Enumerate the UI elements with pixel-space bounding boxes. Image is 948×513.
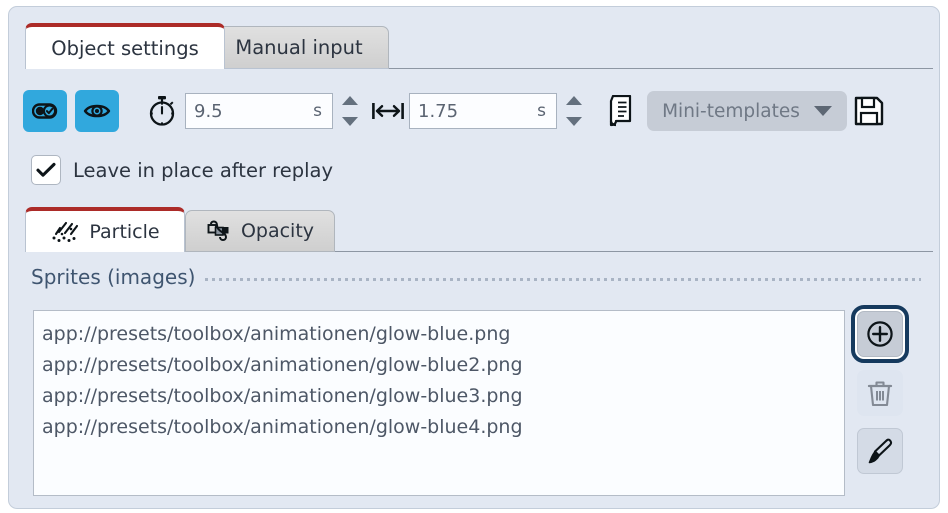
sprites-section-title: Sprites (images) [31, 265, 196, 289]
duration-spinbox[interactable]: 1.75 s [409, 93, 591, 129]
duration-stepper[interactable] [563, 94, 585, 128]
list-item[interactable]: app://presets/toolbox/animationen/glow-b… [42, 319, 844, 350]
interval-step-up-icon[interactable] [342, 96, 358, 105]
toggle-enabled-button[interactable] [23, 90, 67, 132]
effect-tab-bar: Opacity Particle [9, 199, 939, 252]
duration-unit: s [537, 101, 546, 121]
brush-icon [866, 437, 894, 465]
particle-icon [50, 220, 80, 244]
interval-stepper[interactable] [339, 94, 361, 128]
tab-opacity[interactable]: Opacity [185, 210, 335, 252]
tab-manual-input-label: Manual input [235, 36, 363, 59]
duration-step-down-icon[interactable] [566, 117, 582, 126]
interval-spinbox[interactable]: 9.5 s [185, 93, 367, 129]
leave-in-place-label: Leave in place after replay [73, 158, 334, 182]
tab-particle-label: Particle [89, 220, 160, 243]
tab-object-settings-label: Object settings [51, 37, 199, 60]
list-item[interactable]: app://presets/toolbox/animationen/glow-b… [42, 412, 844, 443]
mini-templates-dropdown[interactable]: Mini-templates [647, 91, 847, 131]
tab-particle[interactable]: Particle [25, 207, 185, 252]
object-settings-panel: Manual input Object settings 9.5 s 1.75 … [8, 6, 940, 509]
duration-arrow-icon [371, 93, 405, 129]
mini-templates-label: Mini-templates [662, 100, 800, 122]
trash-icon [867, 379, 893, 407]
eye-icon [83, 101, 111, 121]
interval-value: 9.5 [194, 100, 223, 122]
edit-sprite-button[interactable] [857, 428, 903, 474]
interval-step-down-icon[interactable] [342, 117, 358, 126]
plus-circle-icon [866, 320, 894, 348]
interval-input[interactable]: 9.5 s [185, 93, 333, 129]
list-item[interactable]: app://presets/toolbox/animationen/glow-b… [42, 350, 844, 381]
toolbar: 9.5 s 1.75 s Mini-templates [9, 71, 939, 133]
duration-input[interactable]: 1.75 s [409, 93, 557, 129]
duration-value: 1.75 [418, 100, 459, 122]
list-item[interactable]: app://presets/toolbox/animationen/glow-b… [42, 381, 844, 412]
script-document-icon[interactable] [603, 93, 639, 129]
section-dotted-rule [205, 277, 921, 281]
sprites-section-header: Sprites (images) [31, 265, 921, 289]
interval-unit: s [313, 101, 322, 121]
tab-opacity-label: Opacity [240, 220, 315, 242]
leave-in-place-checkbox-row[interactable]: Leave in place after replay [31, 155, 333, 185]
main-tab-bar: Manual input Object settings [9, 7, 939, 71]
sprite-list[interactable]: app://presets/toolbox/animationen/glow-b… [33, 310, 845, 496]
delete-sprite-button[interactable] [857, 370, 903, 416]
tab-object-settings[interactable]: Object settings [25, 23, 225, 69]
leave-in-place-checkbox[interactable] [31, 155, 61, 185]
duration-step-up-icon[interactable] [566, 96, 582, 105]
opacity-icon [206, 219, 232, 243]
tab-manual-input[interactable]: Manual input [209, 26, 389, 69]
add-sprite-button[interactable] [851, 305, 909, 363]
stopwatch-icon [145, 93, 179, 129]
toggle-check-icon [32, 102, 58, 120]
toggle-visible-button[interactable] [75, 90, 119, 132]
chevron-down-icon [813, 106, 832, 116]
check-icon [36, 162, 56, 177]
floppy-save-icon[interactable] [851, 93, 887, 129]
